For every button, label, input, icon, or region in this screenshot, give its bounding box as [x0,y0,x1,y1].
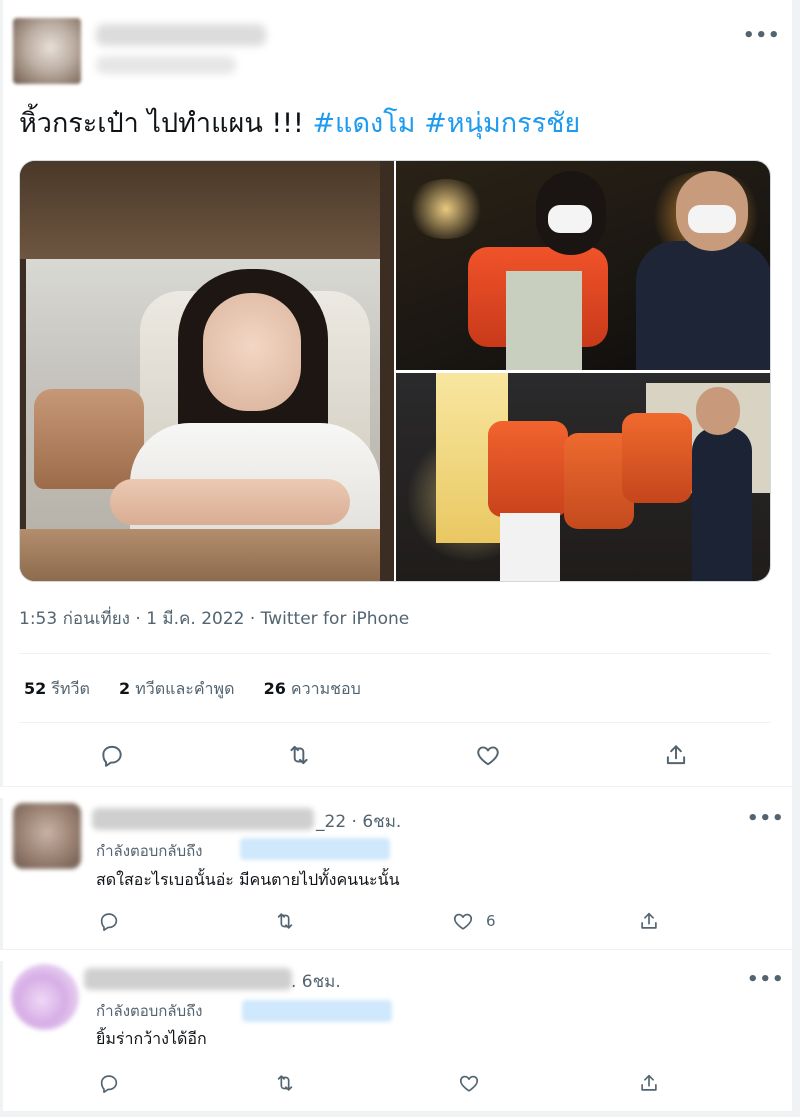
tweet-timestamp[interactable]: 1:53 ก่อนเที่ยง · 1 มี.ค. 2022 · Twitter… [19,605,409,632]
reply-text: ยิ้มร่ากว้างได้อีก [96,1029,207,1048]
reply-avatar[interactable] [13,803,81,869]
author-handle-redacted[interactable] [96,56,236,74]
divider [0,949,792,961]
replying-to-handle-redacted[interactable] [242,1000,392,1022]
frame-right-border [792,0,800,1117]
reply-icon[interactable] [98,906,120,936]
tweet-text: หิ้วกระเป๋า ไปทำแผน !!! #แดงโม #หนุ่มกรร… [19,106,580,142]
divider [19,653,771,654]
retweets-stat[interactable]: 52 รีทวีต [24,679,90,698]
author-avatar[interactable] [13,18,81,84]
divider [19,722,771,723]
frame-bottom-border [0,1111,800,1117]
divider [0,786,792,798]
like-icon[interactable]: 6 [452,906,496,936]
share-icon[interactable] [638,906,660,936]
quote-tweets-stat[interactable]: 2 ทวีตและคำพูด [119,679,235,698]
reply-author-redacted[interactable] [92,808,314,830]
replying-to-label: กำลังตอบกลับถึง [96,842,203,860]
more-options-icon[interactable]: ••• [747,808,785,829]
reply-avatar[interactable] [11,964,79,1030]
replying-to-handle-redacted[interactable] [240,838,390,860]
hashtag-link[interactable]: #หนุ่มกรรชัย [424,108,580,139]
likes-stat[interactable]: 26 ความชอบ [264,679,361,698]
like-icon[interactable] [458,1068,480,1098]
more-options-icon[interactable]: ••• [743,25,781,46]
reply-icon[interactable] [98,1068,120,1098]
retweet-icon[interactable] [279,735,319,775]
share-icon[interactable] [638,1068,660,1098]
like-icon[interactable] [468,735,508,775]
retweet-icon[interactable] [274,906,296,936]
reply-icon[interactable] [92,735,132,775]
reply-text: สดใสอะไรเบอนั้นอ่ะ มีคนตายไปทั้งคนนะนั้น [96,870,400,889]
reply-actions [96,1068,756,1098]
tweet-media-grid [19,160,771,582]
reply-author-redacted[interactable] [84,968,292,990]
reply-handle-time[interactable]: _22 · 6ชม. [316,808,401,835]
retweet-icon[interactable] [274,1068,296,1098]
media-photo-life-vest[interactable] [396,161,770,370]
reply-actions: 6 [96,906,756,936]
tweet-stats: 52 รีทวีต 2 ทวีตและคำพูด 26 ความชอบ [24,677,385,702]
reply-handle-time[interactable]: . 6ชม. [291,968,341,995]
tweet-actions [19,735,771,775]
media-photo-selfie[interactable] [20,161,394,581]
share-icon[interactable] [656,735,696,775]
tweet-text-plain: หิ้วกระเป๋า ไปทำแผน !!! [19,108,304,139]
like-count: 6 [486,912,496,930]
hashtag-link[interactable]: #แดงโม [312,108,415,139]
more-options-icon[interactable]: ••• [747,969,785,990]
author-name-redacted[interactable] [96,24,266,46]
media-photo-pier-night[interactable] [396,373,770,581]
replying-to-label: กำลังตอบกลับถึง [96,1002,203,1020]
